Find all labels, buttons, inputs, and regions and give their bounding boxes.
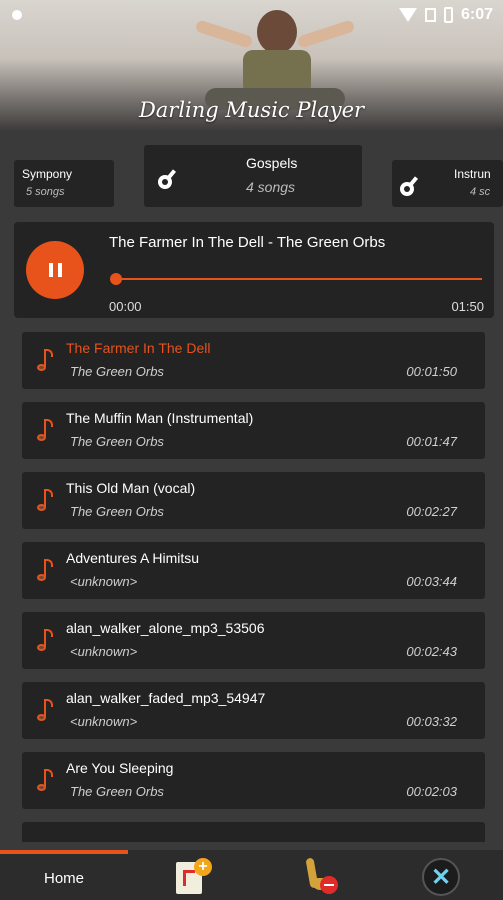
music-note-icon [35,629,55,653]
song-artist: <unknown> [70,714,138,729]
close-icon[interactable]: ✕ [422,858,460,896]
song-title: This Old Man (vocal) [66,480,196,496]
remove-instrument-icon[interactable] [300,856,340,896]
song-row-partial[interactable] [22,822,485,842]
guitar-icon [400,174,422,196]
status-right: 6:07 [398,6,493,24]
playlist-card-gospels[interactable]: Gospels 4 songs [144,145,362,207]
status-time: 6:07 [460,6,493,23]
playlist-name: Instrun [454,167,491,181]
song-row[interactable]: The Farmer In The Dell The Green Orbs 00… [22,332,485,389]
playlist-card-sympony[interactable]: Sympony 5 songs [14,160,114,207]
playlist-count: 5 songs [26,186,65,198]
song-row[interactable]: Are You Sleeping The Green Orbs 00:02:03 [22,752,485,809]
playlist-count: 4 sc [470,186,491,198]
active-tab-indicator [0,850,128,854]
song-duration: 00:02:43 [406,644,457,659]
song-title: alan_walker_alone_mp3_53506 [66,620,265,636]
add-to-playlist-icon[interactable]: + [176,858,212,896]
seek-bar[interactable] [110,273,482,285]
now-playing-title: The Farmer In The Dell - The Green Orbs [109,234,386,251]
song-title: Are You Sleeping [66,760,174,776]
playlist-name: Sympony [22,167,73,181]
song-artist: <unknown> [70,574,138,589]
song-duration: 00:02:03 [406,784,457,799]
current-time: 00:00 [109,299,142,314]
song-title: Adventures A Himitsu [66,550,200,566]
song-artist: The Green Orbs [70,434,164,449]
wifi-icon [398,8,417,22]
guitar-icon [158,167,180,189]
no-sim-icon [424,8,436,22]
song-row[interactable]: This Old Man (vocal) The Green Orbs 00:0… [22,472,485,529]
song-row[interactable]: Adventures A Himitsu <unknown> 00:03:44 [22,542,485,599]
battery-icon [443,7,453,23]
song-row[interactable]: The Muffin Man (Instrumental) The Green … [22,402,485,459]
music-note-icon [35,419,55,443]
song-duration: 00:02:27 [406,504,457,519]
tab-home[interactable]: Home [44,870,84,887]
total-duration: 01:50 [451,299,484,314]
pause-icon [48,263,53,277]
song-duration: 00:03:32 [406,714,457,729]
music-note-icon [35,559,55,583]
header-banner: 6:07 Darling Music Player [0,0,503,130]
notification-dot-icon [12,10,22,20]
song-duration: 00:01:47 [406,434,457,449]
music-note-icon [35,699,55,723]
song-title: The Muffin Man (Instrumental) [66,410,254,426]
bottom-nav: Home + ✕ [0,850,503,900]
app-title: Darling Music Player [138,98,365,122]
playlist-card-instrumental[interactable]: Instrun 4 sc [392,160,503,207]
song-duration: 00:01:50 [406,364,457,379]
music-note-icon [35,489,55,513]
song-row[interactable]: alan_walker_faded_mp3_54947 <unknown> 00… [22,682,485,739]
music-note-icon [35,349,55,373]
song-artist: <unknown> [70,644,138,659]
seek-thumb[interactable] [110,273,122,285]
song-title: alan_walker_faded_mp3_54947 [66,690,266,706]
pause-button[interactable] [26,241,84,299]
playlist-name: Gospels [246,155,298,171]
song-artist: The Green Orbs [70,784,164,799]
now-playing-panel: The Farmer In The Dell - The Green Orbs … [14,222,494,318]
playlist-carousel[interactable]: Sympony 5 songs Gospels 4 songs Instrun … [0,145,503,207]
song-row[interactable]: alan_walker_alone_mp3_53506 <unknown> 00… [22,612,485,669]
music-note-icon [35,769,55,793]
song-duration: 00:03:44 [406,574,457,589]
status-bar: 6:07 [0,0,503,30]
song-artist: The Green Orbs [70,504,164,519]
playlist-count: 4 songs [246,179,296,195]
song-list[interactable]: The Farmer In The Dell The Green Orbs 00… [22,332,485,842]
song-artist: The Green Orbs [70,364,164,379]
song-title: The Farmer In The Dell [66,340,211,356]
